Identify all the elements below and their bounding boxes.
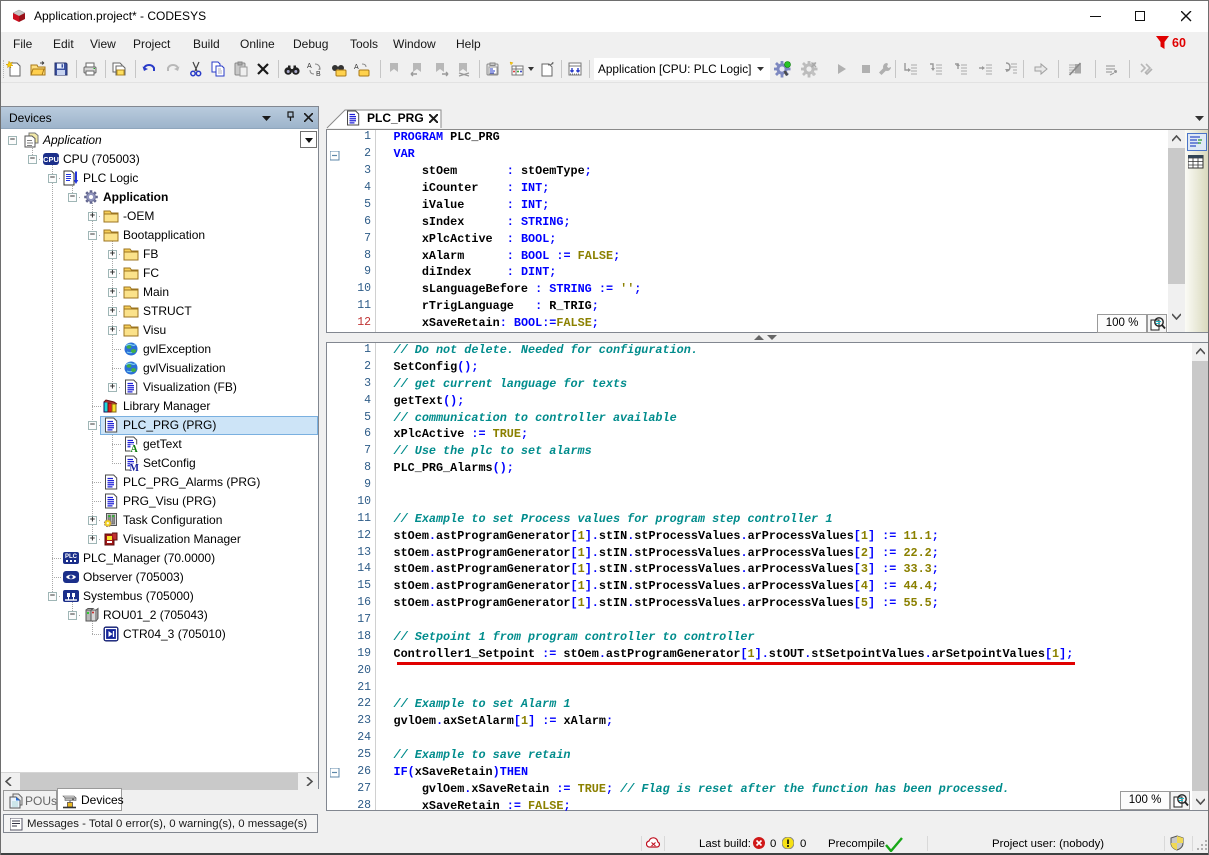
svg-text:M: M xyxy=(130,463,140,471)
svg-text:A: A xyxy=(131,444,139,452)
svg-text:CPU: CPU xyxy=(43,155,59,164)
svg-text:A: A xyxy=(354,64,359,71)
svg-text:A: A xyxy=(307,63,312,70)
svg-text:B: B xyxy=(316,71,321,77)
svg-text:PLC: PLC xyxy=(65,554,78,560)
